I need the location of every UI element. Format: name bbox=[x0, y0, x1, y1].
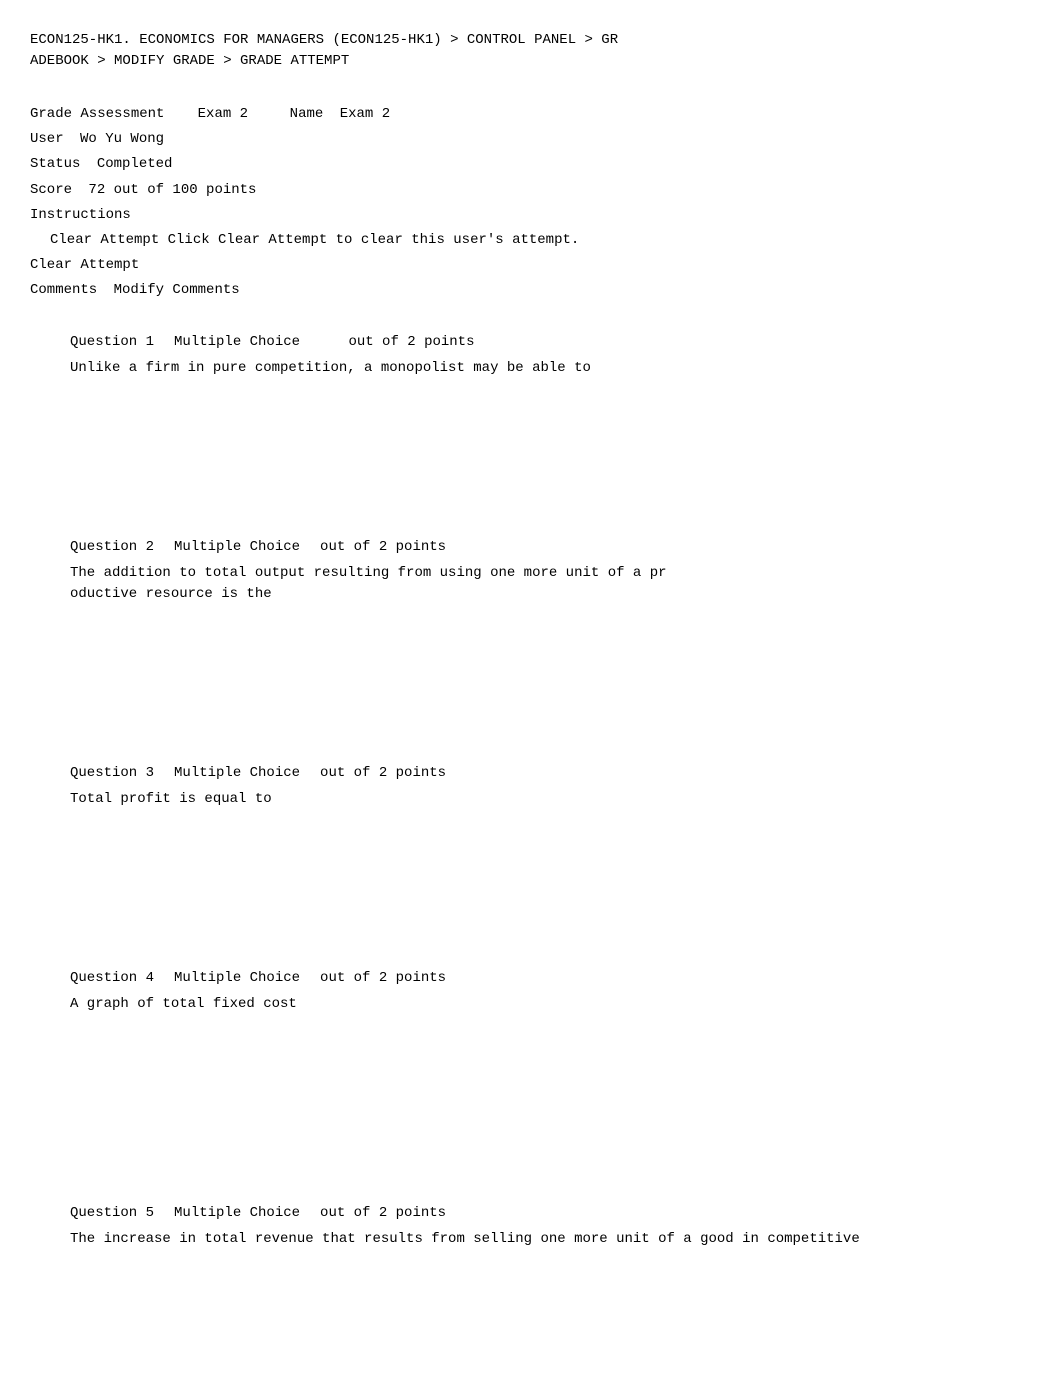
question-4-type: Multiple Choice bbox=[174, 970, 300, 986]
assessment-label: Grade Assessment bbox=[30, 102, 164, 127]
question-2-type: Multiple Choice bbox=[174, 539, 300, 555]
question-3-points: out of 2 points bbox=[320, 765, 446, 781]
question-3-text: Total profit is equal to bbox=[70, 789, 1032, 810]
user-label: User bbox=[30, 127, 64, 152]
clear-attempt-row: Clear Attempt bbox=[30, 253, 1032, 278]
instructions-block: Clear Attempt Click Clear Attempt to cle… bbox=[50, 228, 1032, 253]
clear-attempt-label: Clear Attempt bbox=[30, 253, 139, 278]
assessment-exam-value: Exam 2 bbox=[198, 102, 248, 127]
assessment-value bbox=[168, 102, 193, 127]
question-5-block: Question 5 Multiple Choice out of 2 poin… bbox=[30, 1205, 1032, 1250]
question-2-text: The addition to total output resulting f… bbox=[70, 563, 1032, 605]
question-3-block: Question 3 Multiple Choice out of 2 poin… bbox=[30, 765, 1032, 930]
question-4-number: Question 4 bbox=[70, 970, 154, 986]
question-2-spacer bbox=[70, 605, 1032, 725]
question-4-text: A graph of total fixed cost bbox=[70, 994, 1032, 1015]
question-5-type: Multiple Choice bbox=[174, 1205, 300, 1221]
user-row: User Wo Yu Wong bbox=[30, 127, 1032, 152]
question-4-header: Question 4 Multiple Choice out of 2 poin… bbox=[70, 970, 1032, 986]
user-value: Wo Yu Wong bbox=[80, 127, 164, 152]
question-5-text: The increase in total revenue that resul… bbox=[70, 1229, 1032, 1250]
question-1-type: Multiple Choice bbox=[174, 334, 300, 350]
score-label: Score bbox=[30, 178, 72, 203]
grade-info-section: Grade Assessment Exam 2 Name Exam 2 User… bbox=[30, 102, 1032, 304]
status-label: Status bbox=[30, 152, 80, 177]
question-4-points: out of 2 points bbox=[320, 970, 446, 986]
question-5-points: out of 2 points bbox=[320, 1205, 446, 1221]
question-1-block: Question 1 Multiple Choice out of 2 poin… bbox=[30, 334, 1032, 499]
breadcrumb-line1: ECON125-HK1. ECONOMICS FOR MANAGERS (ECO… bbox=[30, 32, 618, 48]
question-1-spacer bbox=[70, 379, 1032, 499]
question-2-points: out of 2 points bbox=[320, 539, 446, 555]
breadcrumb-line2: ADEBOOK > MODIFY GRADE > GRADE ATTEMPT bbox=[30, 53, 349, 69]
score-value: 72 out of 100 points bbox=[88, 178, 256, 203]
question-3-header: Question 3 Multiple Choice out of 2 poin… bbox=[70, 765, 1032, 781]
comments-value: Modify Comments bbox=[114, 278, 240, 303]
question-3-type: Multiple Choice bbox=[174, 765, 300, 781]
name-label: Name bbox=[290, 102, 324, 127]
question-3-number: Question 3 bbox=[70, 765, 154, 781]
question-1-points: out of 2 points bbox=[348, 334, 474, 350]
score-row: Score 72 out of 100 points bbox=[30, 178, 1032, 203]
assessment-row: Grade Assessment Exam 2 Name Exam 2 bbox=[30, 102, 1032, 127]
status-row: Status Completed bbox=[30, 152, 1032, 177]
question-2-number: Question 2 bbox=[70, 539, 154, 555]
instructions-label: Instructions bbox=[30, 203, 131, 228]
question-1-of bbox=[320, 334, 328, 350]
question-4-spacer bbox=[70, 1015, 1032, 1165]
question-1-number: Question 1 bbox=[70, 334, 154, 350]
question-5-header: Question 5 Multiple Choice out of 2 poin… bbox=[70, 1205, 1032, 1221]
question-1-header: Question 1 Multiple Choice out of 2 poin… bbox=[70, 334, 1032, 350]
comments-row: Comments Modify Comments bbox=[30, 278, 1032, 303]
breadcrumb: ECON125-HK1. ECONOMICS FOR MANAGERS (ECO… bbox=[30, 30, 1032, 72]
question-3-spacer bbox=[70, 810, 1032, 930]
status-value: Completed bbox=[97, 152, 173, 177]
question-1-text: Unlike a firm in pure competition, a mon… bbox=[70, 358, 1032, 379]
question-2-header: Question 2 Multiple Choice out of 2 poin… bbox=[70, 539, 1032, 555]
instructions-row: Instructions bbox=[30, 203, 1032, 228]
instructions-text: Clear Attempt Click Clear Attempt to cle… bbox=[50, 232, 579, 248]
questions-container: Question 1 Multiple Choice out of 2 poin… bbox=[30, 334, 1032, 1250]
comments-label: Comments bbox=[30, 278, 97, 303]
question-2-block: Question 2 Multiple Choice out of 2 poin… bbox=[30, 539, 1032, 725]
name-value: Exam 2 bbox=[340, 102, 390, 127]
question-5-number: Question 5 bbox=[70, 1205, 154, 1221]
question-4-block: Question 4 Multiple Choice out of 2 poin… bbox=[30, 970, 1032, 1165]
